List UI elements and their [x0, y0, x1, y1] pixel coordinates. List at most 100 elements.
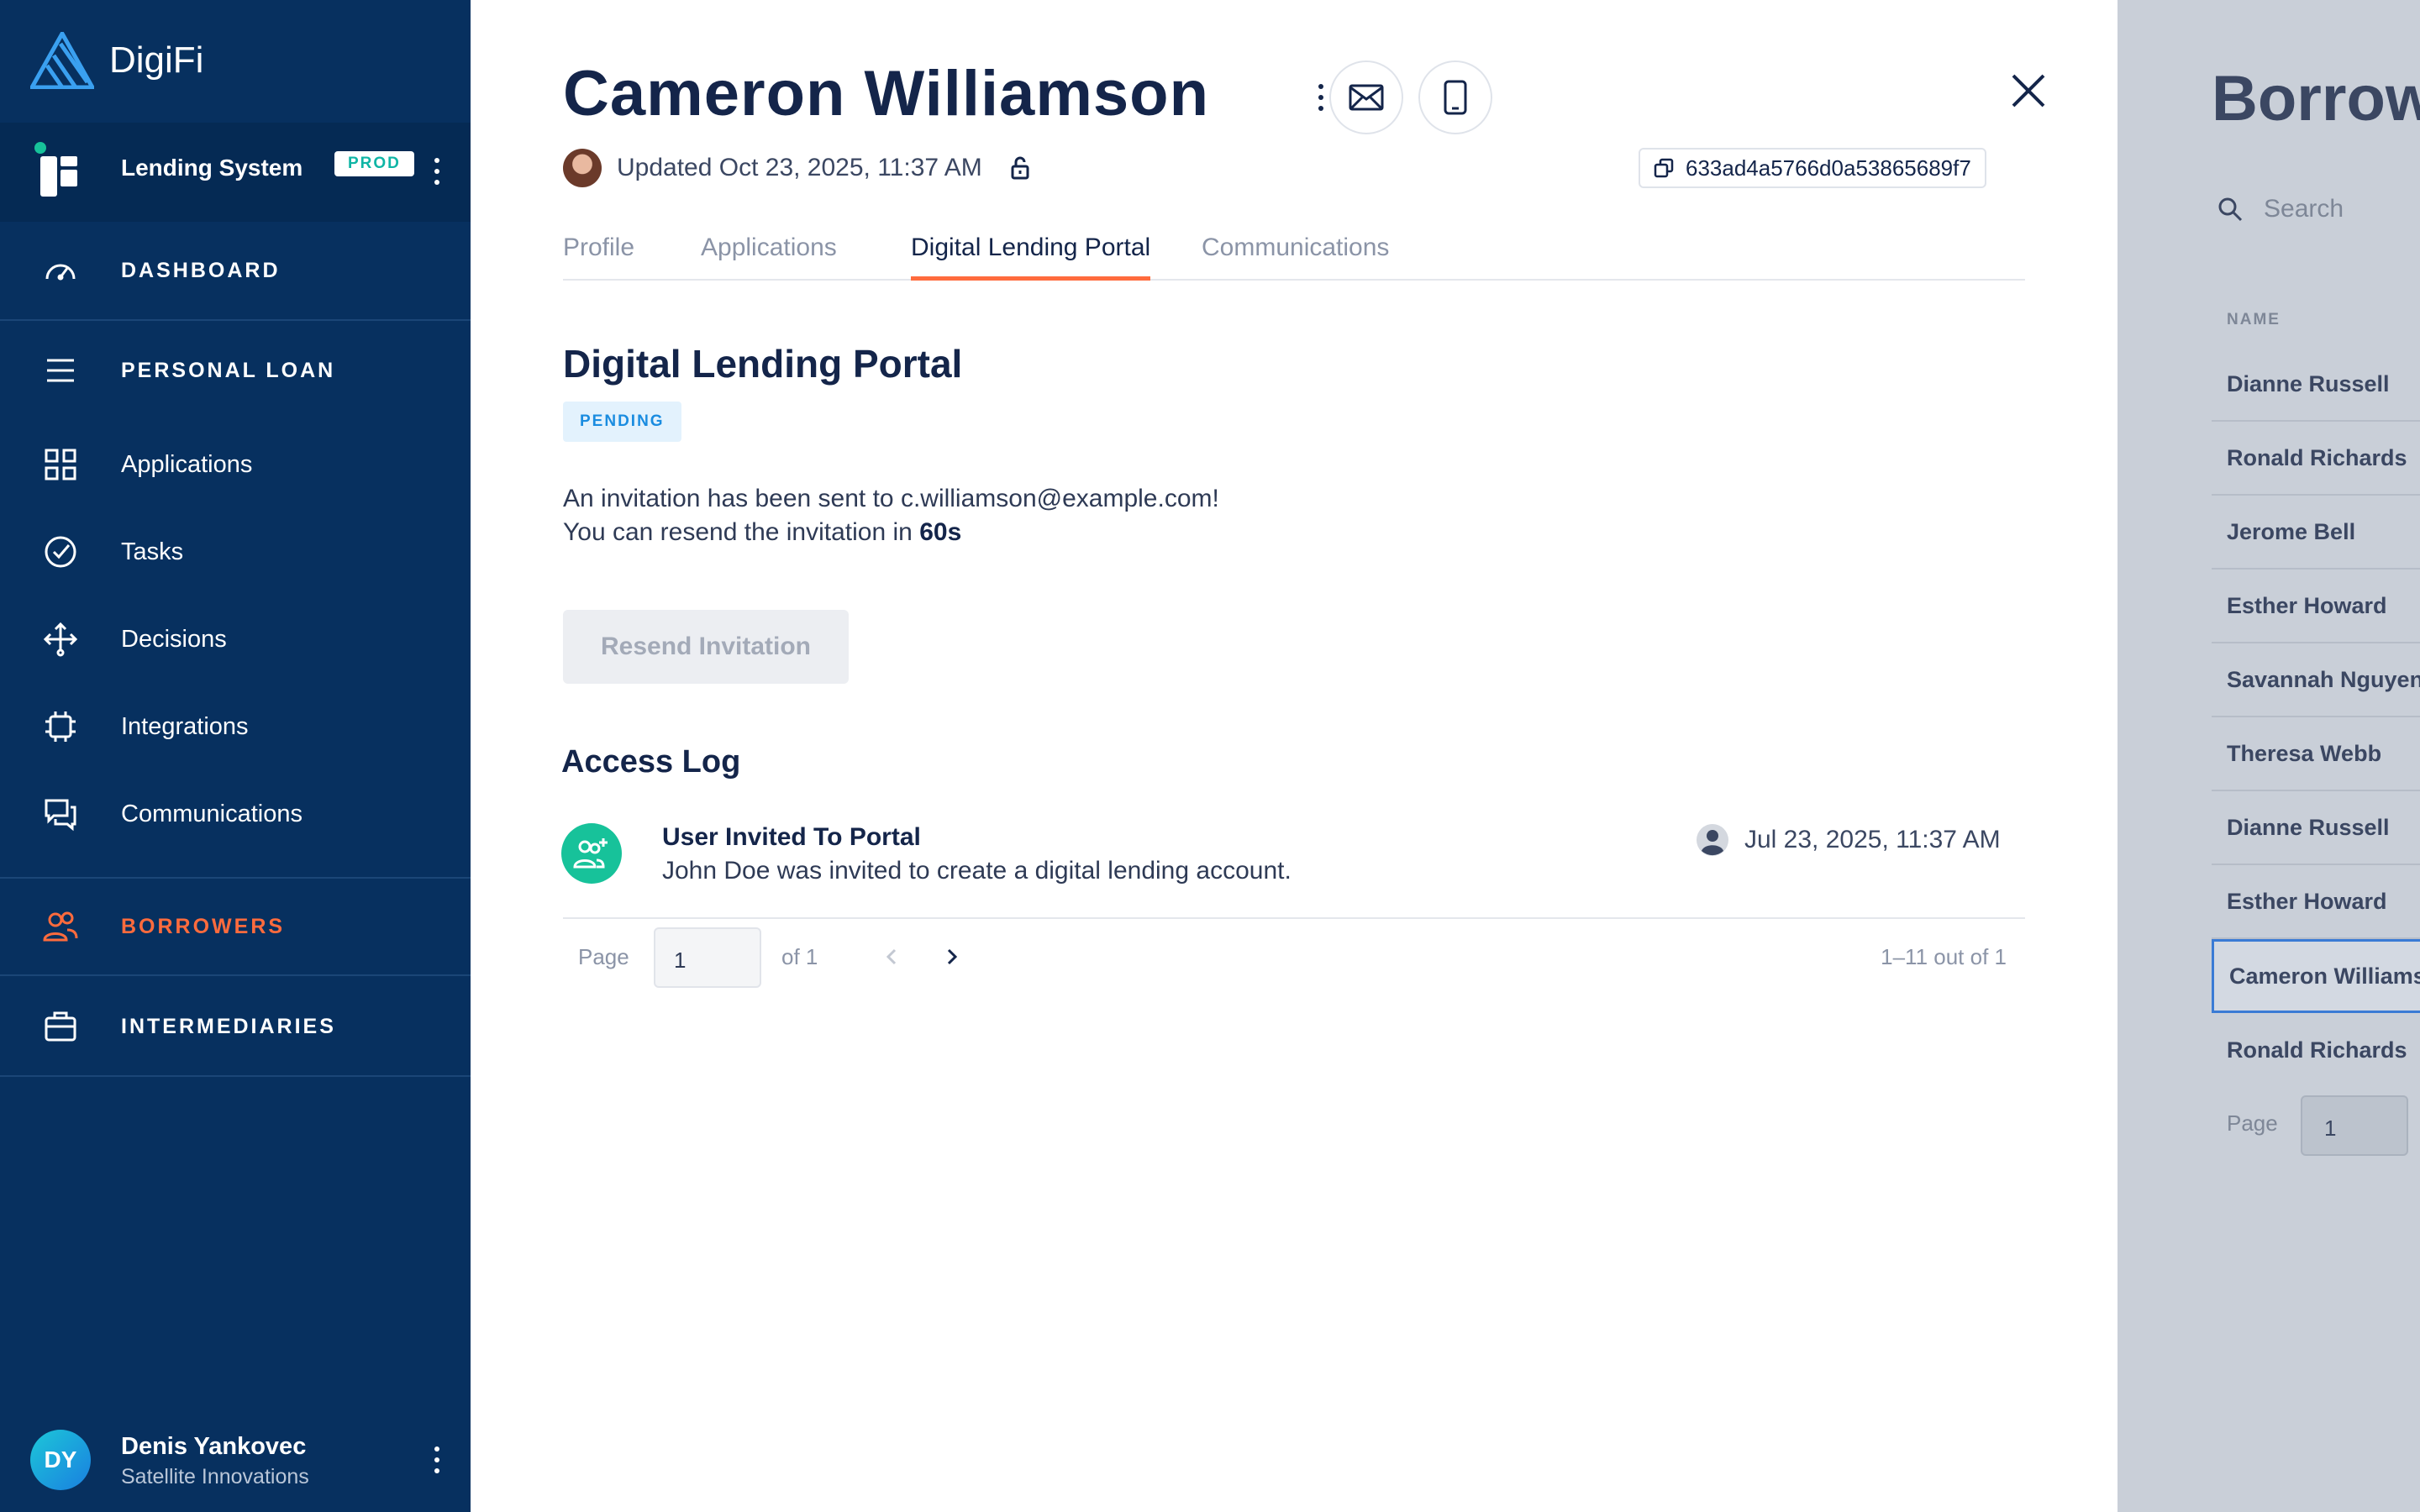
tab-communications[interactable]: Communications — [1202, 234, 1389, 281]
log-entry-date-text: Jul 23, 2025, 11:37 AM — [1744, 826, 2001, 853]
nav-borrowers[interactable]: BORROWERS — [0, 877, 471, 976]
sidebar-item-integrations[interactable]: Integrations — [0, 689, 471, 764]
sidebar-item-label: Applications — [121, 450, 253, 478]
sidebar-item-applications[interactable]: Applications — [0, 427, 471, 502]
borrower-details-panel: Cameron Williamson Updated Oct 23, 2025,… — [471, 0, 2118, 1512]
lending-system-icon — [34, 142, 77, 197]
tab-profile[interactable]: Profile — [563, 234, 634, 281]
close-icon[interactable] — [2003, 66, 2054, 116]
search-placeholder: Search — [2264, 195, 2344, 223]
borrower-id: 633ad4a5766d0a53865689f7 — [1686, 155, 1971, 181]
environment-badge: PROD — [334, 151, 414, 176]
list-page-label: Page — [2227, 1110, 2278, 1136]
sidebar-item-label: Decisions — [121, 625, 227, 653]
brand[interactable]: DigiFi — [30, 30, 203, 91]
updated-timestamp: Updated Oct 23, 2025, 11:37 AM — [617, 154, 982, 181]
invitation-message: An invitation has been sent to c.william… — [563, 482, 1219, 549]
borrowers-list-background: Borrowers Search NAME Dianne Russell Ron… — [2118, 0, 2420, 1512]
log-entry-title: User Invited To Portal — [662, 823, 921, 851]
users-icon — [43, 911, 78, 942]
table-row[interactable]: Savannah Nguyen — [2212, 643, 2420, 717]
email-button[interactable] — [1329, 60, 1403, 134]
user-name: Denis Yankovec — [121, 1433, 307, 1460]
sidebar: DigiFi Lending System PROD DASHBOARD PER… — [0, 0, 471, 1512]
nav-borrowers-label: BORROWERS — [121, 914, 286, 938]
current-user[interactable]: DY Denis Yankovec Satellite Innovations — [0, 1411, 471, 1512]
editor-avatar — [563, 149, 602, 187]
phone-button[interactable] — [1418, 60, 1492, 134]
table-row[interactable]: Theresa Webb — [2212, 717, 2420, 791]
nav-personal-loan-label: PERSONAL LOAN — [121, 358, 336, 382]
system-menu-icon[interactable] — [427, 151, 447, 192]
sidebar-item-label: Tasks — [121, 538, 184, 565]
resend-invitation-button[interactable]: Resend Invitation — [563, 610, 849, 684]
nav-intermediaries[interactable]: INTERMEDIARIES — [0, 978, 471, 1077]
table-row[interactable]: Dianne Russell — [2212, 348, 2420, 422]
list-page-input[interactable]: 1 — [2301, 1095, 2408, 1156]
sidebar-item-communications[interactable]: Communications — [0, 776, 471, 852]
tab-bar: Profile Applications Digital Lending Por… — [563, 227, 2025, 281]
avatar: DY — [30, 1430, 91, 1490]
user-menu-icon[interactable] — [427, 1440, 447, 1480]
log-entry-description: John Doe was invited to create a digital… — [662, 857, 1292, 885]
chip-icon — [45, 711, 76, 742]
table-row-selected[interactable]: Cameron Williamson — [2212, 939, 2420, 1013]
nav-dashboard-label: DASHBOARD — [121, 258, 281, 282]
unlock-icon[interactable] — [1007, 155, 1033, 181]
section-title: Digital Lending Portal — [563, 342, 963, 386]
sidebar-item-label: Integrations — [121, 712, 249, 740]
sidebar-item-tasks[interactable]: Tasks — [0, 514, 471, 590]
table-row[interactable]: Jerome Bell — [2212, 496, 2420, 570]
borrowers-list-title: Borrowers — [2212, 63, 2420, 134]
borrower-id-copy[interactable]: 633ad4a5766d0a53865689f7 — [1639, 148, 1986, 188]
table-row[interactable]: Ronald Richards — [2212, 422, 2420, 496]
tab-applications[interactable]: Applications — [701, 234, 837, 281]
sidebar-item-decisions[interactable]: Decisions — [0, 601, 471, 677]
system-switcher[interactable]: Lending System PROD — [0, 123, 471, 222]
digifi-logo-icon — [30, 32, 94, 89]
copy-icon — [1654, 158, 1674, 178]
phone-icon — [1444, 80, 1467, 115]
status-badge: PENDING — [563, 402, 681, 442]
page-of-label: of 1 — [781, 944, 818, 969]
nav-intermediaries-label: INTERMEDIARIES — [121, 1014, 336, 1038]
log-entry-date: Jul 23, 2025, 11:37 AM — [1696, 823, 2001, 857]
check-circle-icon — [45, 536, 76, 568]
access-log-title: Access Log — [561, 744, 741, 780]
chevron-right-icon[interactable] — [939, 944, 965, 969]
results-count: 1–11 out of 1 — [1881, 944, 2007, 969]
chat-icon — [45, 799, 76, 832]
countdown-prefix: You can resend the invitation in — [563, 518, 920, 546]
more-actions-icon[interactable] — [1311, 77, 1331, 118]
nav-personal-loan[interactable]: PERSONAL LOAN — [0, 321, 471, 420]
user-invited-icon — [561, 823, 622, 884]
countdown-value: 60s — [919, 518, 962, 546]
sidebar-item-label: Communications — [121, 800, 302, 827]
resend-countdown-line: You can resend the invitation in 60s — [563, 516, 1219, 549]
table-row[interactable]: Esther Howard — [2212, 570, 2420, 643]
speedometer-icon — [45, 264, 76, 281]
split-arrows-icon — [43, 622, 78, 657]
user-organization: Satellite Innovations — [121, 1465, 309, 1488]
search-icon — [2218, 197, 2243, 222]
system-name: Lending System — [121, 155, 303, 181]
table-row[interactable]: Esther Howard — [2212, 865, 2420, 939]
tab-digital-lending-portal[interactable]: Digital Lending Portal — [911, 234, 1151, 281]
table-row[interactable]: Dianne Russell — [2212, 791, 2420, 865]
page-title: Cameron Williamson — [563, 58, 1210, 129]
briefcase-icon — [45, 1011, 76, 1042]
search-input[interactable]: Search — [2217, 195, 2344, 223]
mail-icon — [1349, 84, 1384, 111]
column-header-name: NAME — [2227, 311, 2281, 328]
menu-icon — [47, 359, 74, 382]
updated-info: Updated Oct 23, 2025, 11:37 AM — [563, 148, 1033, 188]
nav-dashboard[interactable]: DASHBOARD — [0, 222, 471, 321]
invitation-line: An invitation has been sent to c.william… — [563, 485, 1219, 512]
chevron-left-icon[interactable] — [879, 944, 904, 969]
page-label: Page — [578, 944, 629, 969]
page-input[interactable]: 1 — [654, 927, 761, 988]
table-row[interactable]: Ronald Richards — [2212, 1013, 2420, 1087]
brand-name: DigiFi — [109, 39, 204, 81]
grid-icon — [45, 449, 76, 480]
person-icon — [1697, 824, 1728, 856]
